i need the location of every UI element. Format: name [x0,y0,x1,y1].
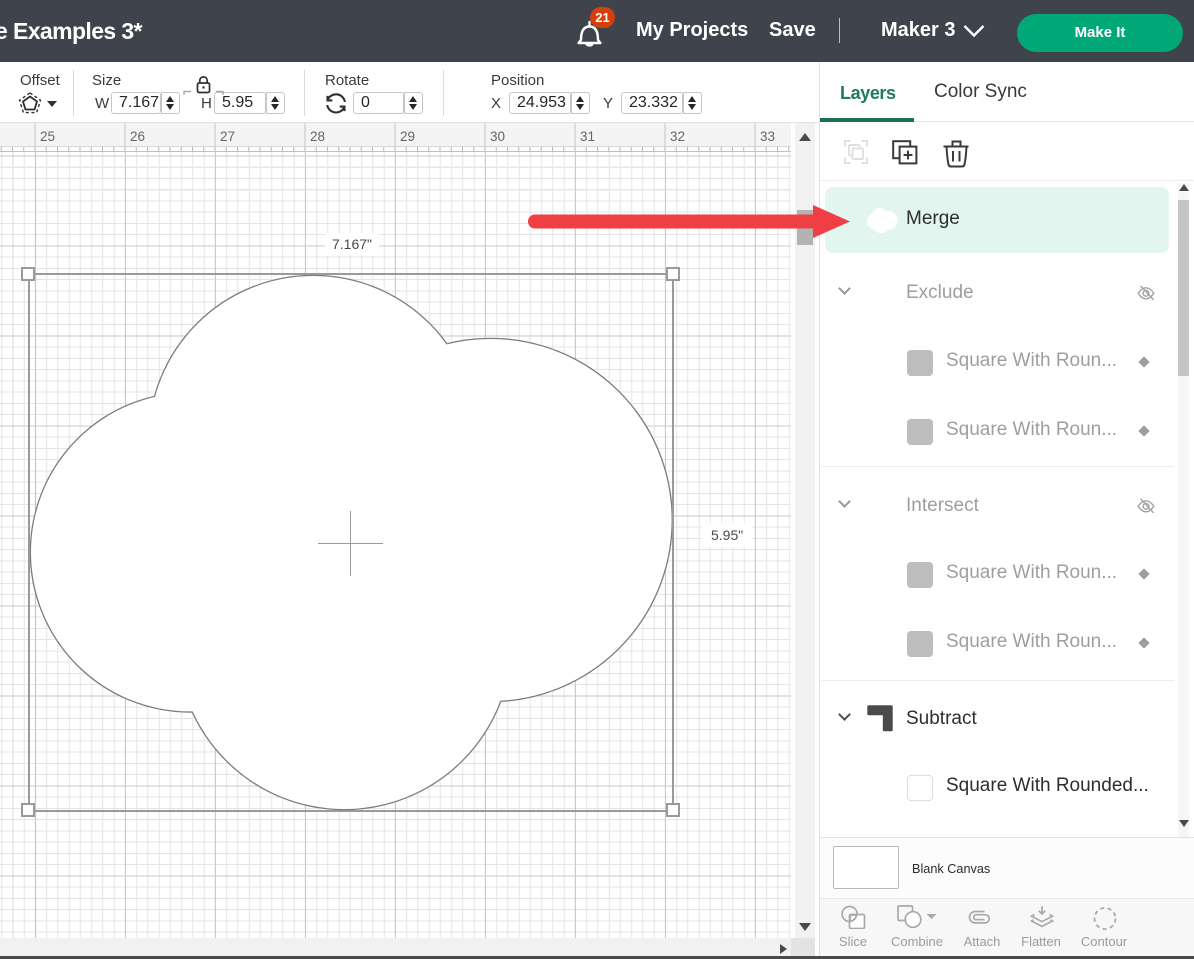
svg-text:31: 31 [580,129,595,144]
svg-text:27: 27 [220,129,235,144]
svg-text:28: 28 [310,129,325,144]
svg-text:32: 32 [670,129,685,144]
svg-text:29: 29 [400,129,415,144]
svg-text:30: 30 [490,129,505,144]
svg-text:26: 26 [130,129,145,144]
svg-text:25: 25 [40,129,55,144]
svg-text:33: 33 [760,129,775,144]
